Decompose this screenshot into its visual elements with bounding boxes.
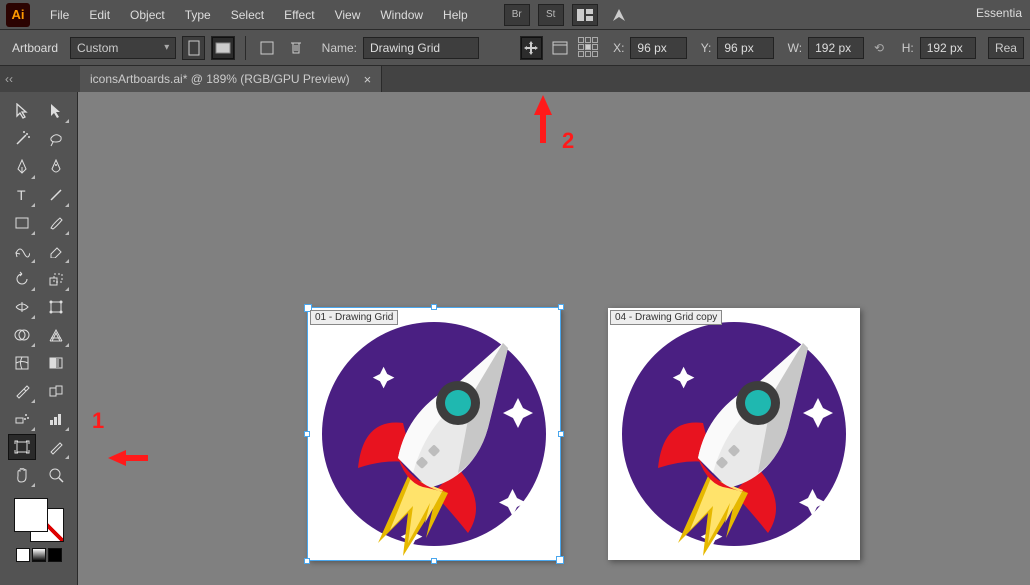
artboard-tool[interactable] — [8, 434, 36, 460]
rectangle-tool[interactable] — [8, 210, 36, 236]
annotation-1-arrow — [108, 450, 126, 466]
h-input[interactable]: 192 px — [920, 37, 976, 59]
artboard-1[interactable]: 01 - Drawing Grid — [308, 308, 560, 560]
menu-view[interactable]: View — [325, 4, 371, 26]
artboard-2[interactable]: 04 - Drawing Grid copy — [608, 308, 860, 560]
menu-help[interactable]: Help — [433, 4, 478, 26]
bridge-icon[interactable]: Br — [504, 4, 530, 26]
orientation-portrait-button[interactable] — [182, 36, 205, 60]
workspace-switcher[interactable]: Essentia — [976, 6, 1022, 20]
column-graph-tool[interactable] — [42, 406, 70, 432]
x-input[interactable]: 96 px — [630, 37, 686, 59]
y-input[interactable]: 96 px — [717, 37, 773, 59]
reference-point-selector[interactable] — [578, 37, 599, 59]
annotation-2-number: 2 — [562, 128, 574, 154]
artboard-preset-dropdown[interactable]: Custom ▾ — [70, 37, 176, 59]
rocket-artwork-1 — [308, 308, 560, 560]
rearrange-button[interactable]: Rea — [988, 37, 1024, 59]
free-transform-tool[interactable] — [42, 294, 70, 320]
chevron-down-icon: ▾ — [164, 42, 169, 53]
menu-bar: Ai File Edit Object Type Select Effect V… — [0, 0, 1030, 30]
control-bar: Artboard Custom ▾ Name: Drawing Grid X: … — [0, 30, 1030, 66]
separator — [245, 36, 246, 60]
annotation-1-number: 1 — [92, 408, 104, 434]
scale-tool[interactable] — [42, 266, 70, 292]
panel-collapse-chevron[interactable]: ‹‹ — [0, 66, 18, 92]
artboard-2-label: 04 - Drawing Grid copy — [610, 310, 722, 325]
artboard-name-input[interactable]: Drawing Grid — [363, 37, 479, 59]
artboard-options-button[interactable] — [549, 36, 572, 60]
slice-tool[interactable] — [42, 434, 70, 460]
eyedropper-tool[interactable] — [8, 378, 36, 404]
document-tab-title: iconsArtboards.ai* @ 189% (RGB/GPU Previ… — [90, 72, 350, 86]
eraser-tool[interactable] — [42, 238, 70, 264]
perspective-grid-tool[interactable] — [42, 322, 70, 348]
artboard-1-label: 01 - Drawing Grid — [310, 310, 398, 325]
gpu-rocket-icon[interactable] — [606, 4, 632, 26]
arrange-documents-icon[interactable] — [572, 4, 598, 26]
type-tool[interactable]: T — [8, 182, 36, 208]
y-label: Y: — [701, 41, 712, 55]
width-tool[interactable] — [8, 294, 36, 320]
blend-tool[interactable] — [42, 378, 70, 404]
artboard-preset-value: Custom — [77, 41, 118, 55]
symbol-sprayer-tool[interactable] — [8, 406, 36, 432]
rocket-artwork-2 — [608, 308, 860, 560]
paintbrush-tool[interactable] — [42, 210, 70, 236]
menu-object[interactable]: Object — [120, 4, 175, 26]
menu-effect[interactable]: Effect — [274, 4, 324, 26]
w-input[interactable]: 192 px — [808, 37, 864, 59]
close-tab-icon[interactable]: × — [364, 72, 372, 87]
x-label: X: — [613, 41, 624, 55]
new-artboard-button[interactable] — [256, 36, 279, 60]
link-dimensions-icon[interactable]: ⟲ — [870, 37, 887, 59]
pen-tool[interactable] — [8, 154, 36, 180]
fill-stroke-swatch[interactable] — [14, 498, 64, 542]
mesh-tool[interactable] — [8, 350, 36, 376]
magic-wand-tool[interactable] — [8, 126, 36, 152]
tools-panel: T — [0, 92, 78, 585]
hand-tool[interactable] — [8, 462, 36, 488]
h-label: H: — [902, 41, 914, 55]
menu-type[interactable]: Type — [175, 4, 221, 26]
document-tab[interactable]: iconsArtboards.ai* @ 189% (RGB/GPU Previ… — [80, 66, 382, 92]
rotate-tool[interactable] — [8, 266, 36, 292]
fill-swatch[interactable] — [14, 498, 48, 532]
selection-tool[interactable] — [8, 98, 36, 124]
w-label: W: — [788, 41, 802, 55]
svg-text:T: T — [17, 188, 26, 202]
line-segment-tool[interactable] — [42, 182, 70, 208]
app-logo: Ai — [6, 3, 30, 27]
move-artwork-with-artboard-button[interactable] — [520, 36, 543, 60]
current-tool-label: Artboard — [6, 41, 64, 55]
stock-icon[interactable]: St — [538, 4, 564, 26]
shaper-tool[interactable] — [8, 238, 36, 264]
menu-file[interactable]: File — [40, 4, 79, 26]
lasso-tool[interactable] — [42, 126, 70, 152]
color-mode-swatches[interactable] — [16, 548, 62, 562]
zoom-tool[interactable] — [42, 462, 70, 488]
canvas[interactable]: 01 - Drawing Grid — [78, 92, 1030, 585]
menu-window[interactable]: Window — [370, 4, 433, 26]
shape-builder-tool[interactable] — [8, 322, 36, 348]
curvature-tool[interactable] — [42, 154, 70, 180]
gradient-tool[interactable] — [42, 350, 70, 376]
document-tab-bar: iconsArtboards.ai* @ 189% (RGB/GPU Previ… — [0, 66, 1030, 92]
name-label: Name: — [322, 41, 357, 55]
orientation-landscape-button[interactable] — [211, 36, 234, 60]
annotation-2-arrow — [534, 95, 552, 115]
menu-select[interactable]: Select — [221, 4, 274, 26]
delete-artboard-button[interactable] — [285, 36, 308, 60]
direct-selection-tool[interactable] — [42, 98, 70, 124]
menu-edit[interactable]: Edit — [79, 4, 120, 26]
